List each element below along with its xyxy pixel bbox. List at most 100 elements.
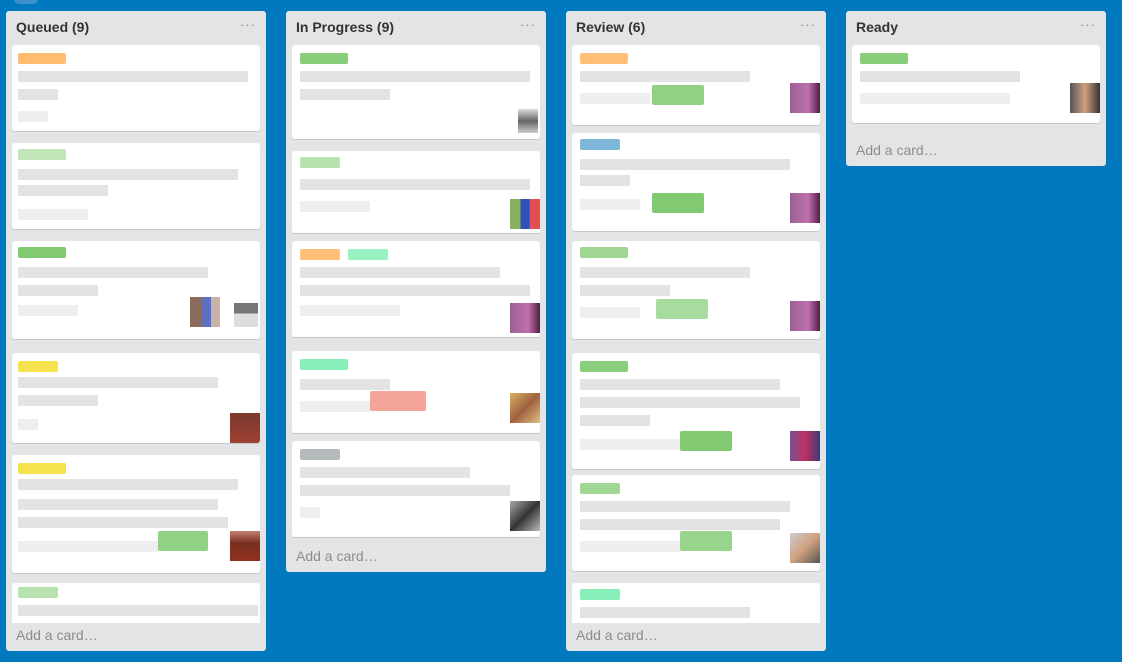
member-avatar[interactable] [790, 193, 820, 223]
member-avatar[interactable] [518, 109, 538, 133]
card[interactable] [572, 353, 820, 469]
member-avatar[interactable] [790, 533, 820, 563]
member-avatar[interactable] [790, 83, 820, 113]
due-date-badge[interactable] [656, 299, 708, 319]
card[interactable] [572, 241, 820, 339]
due-date-badge[interactable] [680, 531, 732, 551]
card[interactable] [572, 45, 820, 125]
card-title-blur [18, 185, 108, 196]
member-avatar[interactable] [510, 303, 540, 333]
add-card-button[interactable]: Add a card… [576, 627, 658, 643]
card-label[interactable] [348, 249, 388, 260]
card-meta-blur [580, 439, 680, 450]
list-menu-icon[interactable]: ··· [800, 17, 816, 32]
card[interactable] [572, 583, 820, 623]
card-title-blur [580, 607, 750, 618]
card[interactable] [12, 583, 260, 623]
list-title[interactable]: Review (6) [576, 19, 645, 35]
card[interactable] [852, 45, 1100, 123]
card[interactable] [12, 45, 260, 131]
card-title-blur [580, 71, 750, 82]
add-card-button[interactable]: Add a card… [856, 142, 938, 158]
member-avatar[interactable] [230, 531, 260, 561]
member-avatar[interactable] [234, 297, 258, 327]
card-label[interactable] [300, 449, 340, 460]
member-avatar[interactable] [790, 301, 820, 331]
card-title-blur [300, 71, 530, 82]
card-label[interactable] [580, 361, 628, 372]
card-title-blur [300, 267, 500, 278]
list-header[interactable]: In Progress (9) ··· [286, 11, 546, 43]
card-label[interactable] [300, 53, 348, 64]
list-header[interactable]: Queued (9) ··· [6, 11, 266, 43]
list-header[interactable]: Review (6) ··· [566, 11, 826, 43]
card-meta-blur [300, 305, 400, 316]
card-title-blur [300, 467, 470, 478]
card-title-blur [300, 285, 530, 296]
due-date-badge[interactable] [652, 85, 704, 105]
card[interactable] [572, 475, 820, 571]
card[interactable] [12, 455, 260, 573]
list-review: Review (6) ··· Add a card… [566, 11, 826, 651]
card[interactable] [572, 133, 820, 231]
card[interactable] [12, 143, 260, 229]
card-label[interactable] [580, 483, 620, 494]
card-title-blur [580, 159, 790, 170]
card-label[interactable] [18, 463, 66, 474]
card-title-blur [580, 519, 780, 530]
card-meta-blur [18, 305, 78, 316]
due-date-badge[interactable] [370, 391, 426, 411]
list-title[interactable]: In Progress (9) [296, 19, 394, 35]
member-avatar[interactable] [230, 413, 260, 443]
list-title[interactable]: Queued (9) [16, 19, 89, 35]
card[interactable] [292, 45, 540, 139]
card-label[interactable] [300, 157, 340, 168]
card-label[interactable] [860, 53, 908, 64]
member-avatar[interactable] [1070, 83, 1100, 113]
add-card-button[interactable]: Add a card… [296, 548, 378, 564]
card-title-blur [580, 285, 670, 296]
card-title-blur [18, 267, 208, 278]
member-avatar[interactable] [510, 393, 540, 423]
card[interactable] [292, 441, 540, 537]
card-label[interactable] [18, 149, 66, 160]
card-label[interactable] [580, 589, 620, 600]
card-title-blur [18, 517, 228, 528]
card[interactable] [12, 241, 260, 339]
list-title[interactable]: Ready [856, 19, 898, 35]
member-avatar[interactable] [190, 297, 220, 327]
card-list [852, 43, 1100, 127]
card-title-blur [300, 485, 510, 496]
card-label[interactable] [580, 139, 620, 150]
list-header[interactable]: Ready ··· [846, 11, 1106, 43]
due-date-badge[interactable] [652, 193, 704, 213]
card-title-blur [18, 89, 58, 100]
card-label[interactable] [18, 361, 58, 372]
member-avatar[interactable] [790, 431, 820, 461]
card[interactable] [292, 351, 540, 433]
card-label[interactable] [300, 249, 340, 260]
card-title-blur [18, 605, 258, 616]
card-label[interactable] [18, 247, 66, 258]
card-meta-blur [18, 419, 38, 430]
card[interactable] [292, 241, 540, 337]
member-avatar[interactable] [510, 501, 540, 531]
due-date-badge[interactable] [158, 531, 208, 551]
list-menu-icon[interactable]: ··· [1080, 17, 1096, 32]
card[interactable] [292, 151, 540, 233]
due-date-badge[interactable] [680, 431, 732, 451]
add-card-button[interactable]: Add a card… [16, 627, 98, 643]
card-label[interactable] [18, 53, 66, 64]
card-title-blur [18, 499, 218, 510]
list-menu-icon[interactable]: ··· [520, 17, 536, 32]
card-list [292, 43, 540, 543]
card-label[interactable] [580, 247, 628, 258]
list-menu-icon[interactable]: ··· [240, 17, 256, 32]
card[interactable] [12, 353, 260, 443]
card-label[interactable] [580, 53, 628, 64]
member-avatar[interactable] [510, 199, 540, 229]
card-meta-blur [580, 199, 640, 210]
card-label[interactable] [300, 359, 348, 370]
card-label[interactable] [18, 587, 58, 598]
card-title-blur [580, 175, 630, 186]
